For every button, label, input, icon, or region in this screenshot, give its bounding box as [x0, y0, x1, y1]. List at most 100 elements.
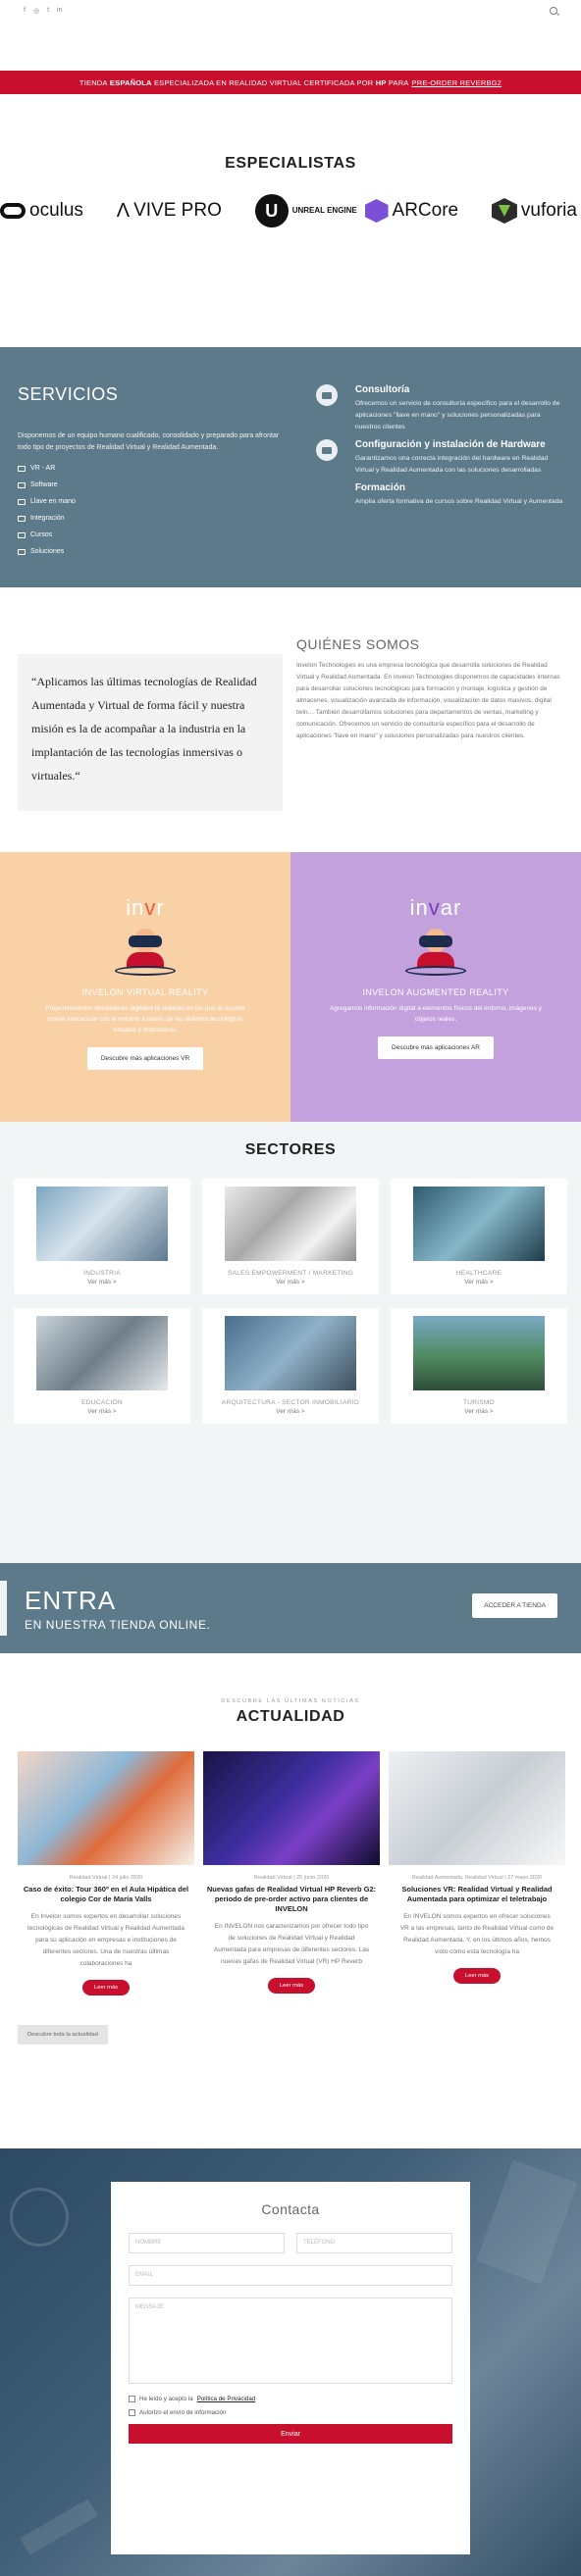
news-title[interactable]: Soluciones VR: Realidad Virtual y Realid…: [389, 1885, 565, 1904]
read-more-button[interactable]: Leer más: [267, 1978, 316, 1994]
service-text: Ofrecemos un servicio de consultoría esp…: [354, 400, 560, 430]
message-field[interactable]: MENSAJE: [129, 2298, 452, 2384]
list-item: Integración: [18, 510, 299, 527]
acceder-tienda-button[interactable]: ACCEDER A TIENDA: [472, 1593, 557, 1618]
read-more-button[interactable]: Leer más: [452, 1968, 502, 1984]
authorize-checkbox[interactable]: [129, 2409, 135, 2416]
service-text: Amplia oferta formativa de cursos sobre …: [354, 498, 563, 505]
invelon-vr-logo: invr: [126, 895, 165, 920]
vr-apps-button[interactable]: Descubre más aplicaciones VR: [86, 1047, 204, 1070]
sectores-grid: INDUSTRIA Ver más > SALES EMPOWERMENT / …: [0, 1179, 581, 1424]
news-title[interactable]: Caso de éxito: Tour 360º en el Aula Hipá…: [18, 1885, 194, 1904]
ar-apps-button[interactable]: Descubre más aplicaciones AR: [378, 1036, 494, 1059]
news-image[interactable]: [203, 1751, 380, 1865]
facebook-icon[interactable]: f: [24, 7, 26, 15]
contact-title: Contacta: [261, 2201, 320, 2217]
invelon-ar-logo: invar: [409, 895, 462, 920]
service-title: Consultoría: [354, 384, 410, 395]
solutions-icon: [18, 548, 26, 555]
promo-prefix: TIENDA: [79, 77, 108, 87]
servicios-intro: Disponemos de un equipo humano cualifica…: [18, 432, 280, 451]
tienda-title: ENTRA: [25, 1585, 117, 1615]
list-item: Llave en mano: [18, 493, 299, 510]
read-more-button[interactable]: Leer más: [81, 1980, 131, 1995]
actualidad-section: DESCUBRE LAS ÚLTIMAS NOTICIAS ACTUALIDAD…: [0, 1653, 581, 2148]
service-text: Garantizamos una correcta integración de…: [354, 455, 549, 474]
search-icon[interactable]: [550, 7, 557, 15]
vr-user-icon: [115, 927, 176, 978]
ar-user-icon: [405, 927, 466, 978]
quienes-section: “Aplicamos las últimas tecnologías de Re…: [0, 587, 581, 852]
sector-more-link[interactable]: Ver más >: [87, 1279, 116, 1286]
arcore-logo: ARCore: [364, 199, 458, 223]
social-links: f ◎ t in: [24, 7, 62, 15]
news-image[interactable]: [389, 1751, 565, 1865]
sector-card-industria[interactable]: INDUSTRIA Ver más >: [14, 1179, 190, 1294]
servicios-title: SERVICIOS: [18, 384, 119, 404]
mission-quote: “Aplicamos las últimas tecnologías de Re…: [18, 654, 283, 811]
courses-icon: [18, 531, 26, 538]
vive-logo: Λ VIVE PRO: [116, 199, 222, 222]
news-title[interactable]: Nuevas gafas de Realidad Virtual HP Reve…: [203, 1885, 380, 1914]
news-card: Realidad Virtual | 25 junio 2020 Nuevas …: [203, 1751, 380, 1995]
list-item: Software: [18, 477, 299, 493]
descubre-actualidad-button[interactable]: Descubre toda la actualidad: [18, 2025, 108, 2045]
submit-button[interactable]: Enviar: [129, 2424, 452, 2444]
promo-hp: HP: [375, 77, 387, 87]
news-card: Realidad Aumentada, Realidad Virtual | 2…: [389, 1751, 565, 1995]
partner-logos: oculus Λ VIVE PRO U UNREAL ENGINE ARCore…: [0, 194, 581, 227]
promo-para: PARA: [388, 77, 409, 87]
privacy-checkbox[interactable]: [129, 2396, 135, 2402]
instagram-icon[interactable]: ◎: [33, 7, 39, 15]
sector-name: ARQUITECTURA - SECTOR INMOBILIARIO: [221, 1399, 360, 1406]
sector-more-link[interactable]: Ver más >: [87, 1408, 116, 1415]
privacy-link[interactable]: Política de Privacidad: [197, 2396, 256, 2402]
phone-field[interactable]: TELÉFONO: [296, 2233, 452, 2253]
headset-icon: [315, 439, 338, 461]
service-title: Configuración y instalación de Hardware: [354, 439, 546, 450]
name-field[interactable]: NOMBRE: [129, 2233, 285, 2253]
invelon-vr-panel: invr INVELON VIRTUAL REALITY Proporciona…: [0, 852, 290, 1122]
privacy-checkbox-row: He leído y acepto la Política de Privaci…: [129, 2396, 452, 2402]
oculus-icon: [0, 203, 26, 219]
email-field[interactable]: EMAIL: [129, 2265, 452, 2286]
sector-more-link[interactable]: Ver más >: [276, 1279, 304, 1286]
sector-name: HEALTHCARE: [455, 1270, 502, 1277]
sector-image: [225, 1316, 356, 1390]
sector-name: EDUCACIÓN: [81, 1399, 123, 1406]
sector-image: [36, 1187, 168, 1261]
background-photo: [10, 2188, 69, 2247]
linkedin-icon[interactable]: in: [57, 7, 62, 15]
twitter-icon[interactable]: t: [47, 7, 49, 15]
sector-card-educacion[interactable]: EDUCACIÓN Ver más >: [14, 1308, 190, 1424]
invelon-vr-text: Proporcionamos simuladores digitales la …: [45, 1005, 245, 1034]
sector-card-healthcare[interactable]: HEALTHCARE Ver más >: [391, 1179, 567, 1294]
vuforia-logo: vuforia: [491, 198, 577, 224]
sector-name: INDUSTRIA: [83, 1270, 121, 1277]
invelon-ar-text: Agregamos información digital a elemento…: [329, 1005, 543, 1023]
sector-more-link[interactable]: Ver más >: [464, 1408, 493, 1415]
news-image[interactable]: [18, 1751, 194, 1865]
especialistas-title: ESPECIALISTAS: [225, 155, 356, 172]
news-excerpt: En INVELON nos caracterizamos por ofrece…: [213, 1923, 370, 1965]
invelon-vr-title: INVELON VIRTUAL REALITY: [81, 987, 209, 997]
news-meta: Realidad Virtual | 25 junio 2020: [253, 1875, 330, 1881]
sector-more-link[interactable]: Ver más >: [276, 1408, 304, 1415]
vive-icon: Λ: [116, 199, 131, 222]
sector-card-sales[interactable]: SALES EMPOWERMENT / MARKETING Ver más >: [202, 1179, 379, 1294]
servicios-section: SERVICIOS Disponemos de un equipo humano…: [0, 347, 581, 587]
sector-name: TURISMO: [462, 1399, 496, 1406]
news-excerpt: En INVELON somos expertos en ofrecer sol…: [399, 1913, 555, 1955]
sector-card-arquitectura[interactable]: ARQUITECTURA - SECTOR INMOBILIARIO Ver m…: [202, 1308, 379, 1424]
quienes-title: QUIÉNES SOMOS: [296, 636, 420, 652]
invelon-products: invr INVELON VIRTUAL REALITY Proporciona…: [0, 852, 581, 1122]
vuforia-icon: [491, 198, 517, 224]
promo-link[interactable]: PRE-ORDER REVERBG2: [412, 78, 502, 87]
list-item: Soluciones: [18, 543, 299, 560]
quienes-text: Invelon Technologies es una empresa tecn…: [296, 662, 560, 739]
promo-brand: ESPAÑOLA: [109, 77, 152, 87]
sector-more-link[interactable]: Ver más >: [464, 1279, 493, 1286]
invelon-ar-panel: invar INVELON AUGMENTED REALITY Agregamo…: [290, 852, 581, 1122]
actualidad-title: ACTUALIDAD: [236, 1708, 345, 1725]
sector-card-turismo[interactable]: TURISMO Ver más >: [391, 1308, 567, 1424]
